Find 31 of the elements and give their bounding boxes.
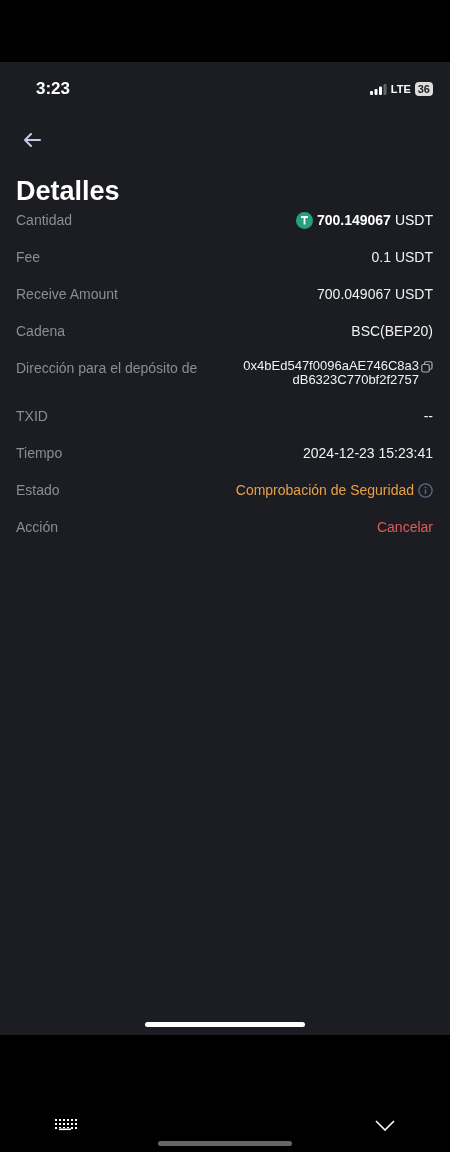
chevron-down-icon[interactable] <box>375 1119 395 1131</box>
field-label: Cadena <box>16 322 66 340</box>
signal-icon <box>369 83 387 95</box>
amount-value: 700.149067 <box>316 211 391 229</box>
status-time: 3:23 <box>36 79 71 99</box>
field-value: BSC(BEP20) <box>351 322 433 340</box>
field-label: Acción <box>16 518 59 536</box>
address-line: dB6323C770bf2f2757 <box>292 373 419 387</box>
amount-unit: USDT <box>394 211 433 229</box>
battery-level: 36 <box>414 82 433 96</box>
copy-icon[interactable] <box>421 361 433 373</box>
field-label: Dirección para el depósito de <box>16 359 198 377</box>
field-value: 0.1 USDT <box>371 248 433 266</box>
info-icon[interactable] <box>418 482 433 498</box>
page-title: Detalles <box>16 175 121 208</box>
keyboard-icon[interactable] <box>55 1119 77 1131</box>
field-label: TXID <box>16 407 48 425</box>
back-button[interactable] <box>23 133 41 147</box>
field-label: Fee <box>16 248 41 266</box>
field-label: Receive Amount <box>16 285 118 303</box>
cancel-link[interactable]: Cancelar <box>376 518 433 536</box>
status-value: Comprobación de Seguridad <box>235 481 414 499</box>
field-label: Cantidad <box>16 211 73 229</box>
field-label: Tiempo <box>16 444 63 462</box>
field-value: -- <box>423 407 433 425</box>
address-line: 0x4bEd547f0096aAE746C8a3 <box>243 359 419 373</box>
coin-icon <box>295 211 313 229</box>
field-value: 2024-12-23 15:23:41 <box>303 444 433 462</box>
field-label: Estado <box>16 481 60 499</box>
field-value: 700.049067 USDT <box>317 285 433 303</box>
network-label: LTE <box>390 83 411 95</box>
